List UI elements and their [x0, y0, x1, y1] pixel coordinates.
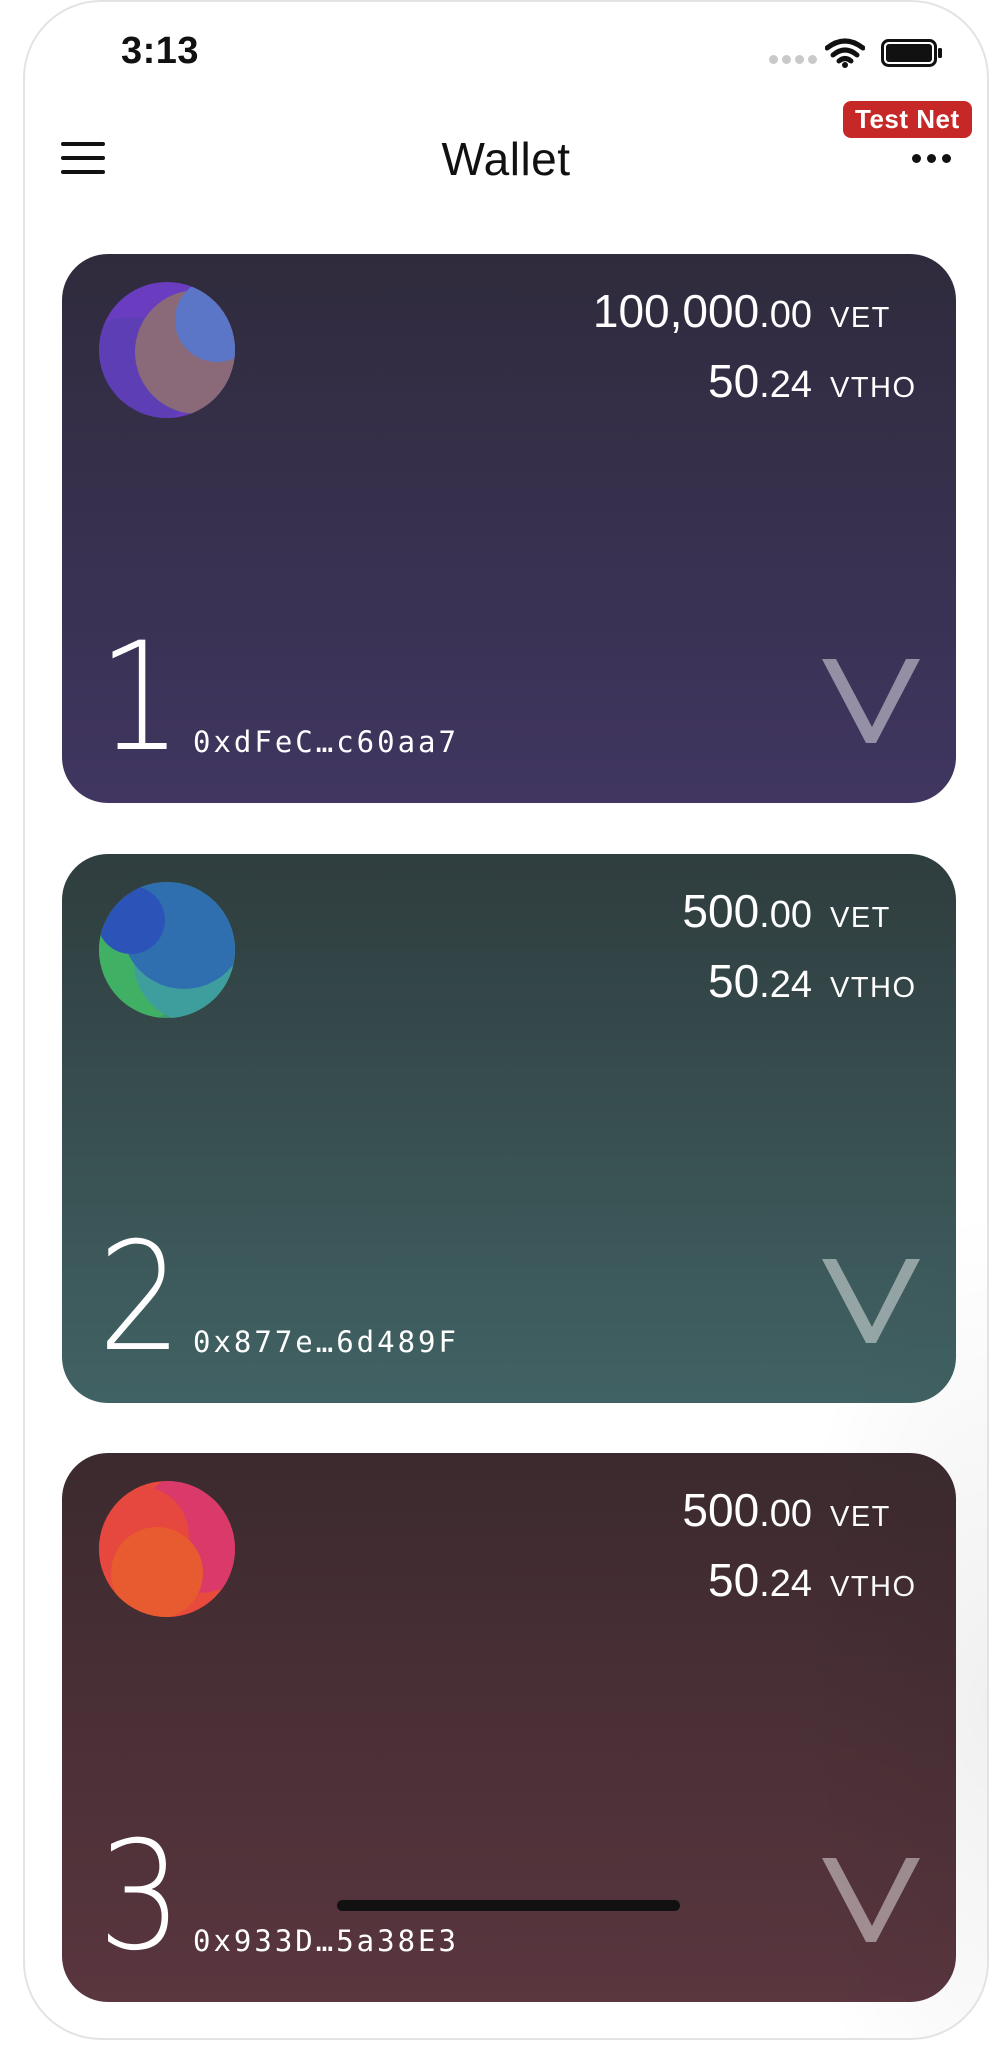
home-indicator[interactable]	[337, 1900, 680, 1911]
status-time: 3:13	[121, 30, 200, 72]
vtho-amount-decimal: .24	[759, 964, 812, 1006]
vechain-logo-icon	[822, 1259, 920, 1343]
vet-amount-integer: 500	[682, 885, 760, 937]
vtho-amount-integer: 50	[708, 355, 760, 407]
vet-balance: 100,000.00 VET	[593, 284, 918, 354]
wallet-address: 0x877e…6d489F	[193, 1325, 459, 1359]
more-options-icon[interactable]	[912, 154, 951, 163]
wallet-card-1[interactable]: 100,000.00 VET 50.24 VTHO 1 0xdFeC…c60aa7	[62, 254, 956, 803]
phone-screen: 3:13 Wallet Test Net 100,000 .00 VET 50 …	[23, 0, 989, 2040]
vtho-amount-decimal: .24	[759, 364, 812, 406]
wallet-avatar	[99, 282, 235, 418]
wallet-avatar	[99, 1481, 235, 1617]
vtho-unit: VTHO	[830, 1571, 917, 1603]
vtho-unit: VTHO	[830, 972, 917, 1004]
vtho-unit: VTHO	[830, 372, 917, 404]
vechain-logo-icon	[822, 659, 920, 743]
wallet-index: 3	[98, 1810, 182, 1984]
vtho-amount-decimal: .24	[759, 1563, 812, 1605]
vtho-balance: 50.24 VTHO	[682, 1553, 918, 1623]
balances: 100,000.00 VET 50.24 VTHO	[593, 284, 918, 424]
vet-unit: VET	[830, 902, 891, 934]
vtho-amount-integer: 50	[708, 1554, 760, 1606]
vet-amount-decimal: .00	[759, 1493, 812, 1535]
vet-balance: 500.00 VET	[682, 1483, 918, 1553]
vet-balance: 500.00 VET	[682, 884, 918, 954]
balances: 500.00 VET 50.24 VTHO	[682, 1483, 918, 1623]
balances: 500.00 VET 50.24 VTHO	[682, 884, 918, 1024]
vet-unit: VET	[830, 302, 891, 334]
wallet-index: 2	[98, 1211, 182, 1385]
battery-icon	[881, 39, 942, 67]
page-title: Wallet	[441, 133, 571, 185]
vet-amount-integer: 500	[682, 1484, 760, 1536]
vtho-amount-integer: 50	[708, 955, 760, 1007]
wallet-card-3[interactable]: 500.00 VET 50.24 VTHO 3 0x933D…5a38E3	[62, 1453, 956, 2002]
vet-amount-decimal: .00	[759, 894, 812, 936]
vet-unit: VET	[830, 1501, 891, 1533]
network-badge: Test Net	[843, 101, 972, 138]
vet-amount-integer: 100,000	[592, 285, 760, 337]
vechain-logo-icon	[822, 1858, 920, 1942]
vtho-balance: 50.24 VTHO	[682, 954, 918, 1024]
wallet-avatar	[99, 882, 235, 1018]
wallet-card-2[interactable]: 500.00 VET 50.24 VTHO 2 0x877e…6d489F	[62, 854, 956, 1403]
wallet-index: 1	[98, 611, 182, 785]
vet-amount-decimal: .00	[759, 294, 812, 336]
wallet-address: 0x933D…5a38E3	[193, 1924, 459, 1958]
wifi-icon	[825, 38, 865, 68]
wallet-address: 0xdFeC…c60aa7	[193, 725, 459, 759]
cellular-signal-icon	[769, 55, 817, 64]
vtho-balance: 50.24 VTHO	[593, 354, 918, 424]
